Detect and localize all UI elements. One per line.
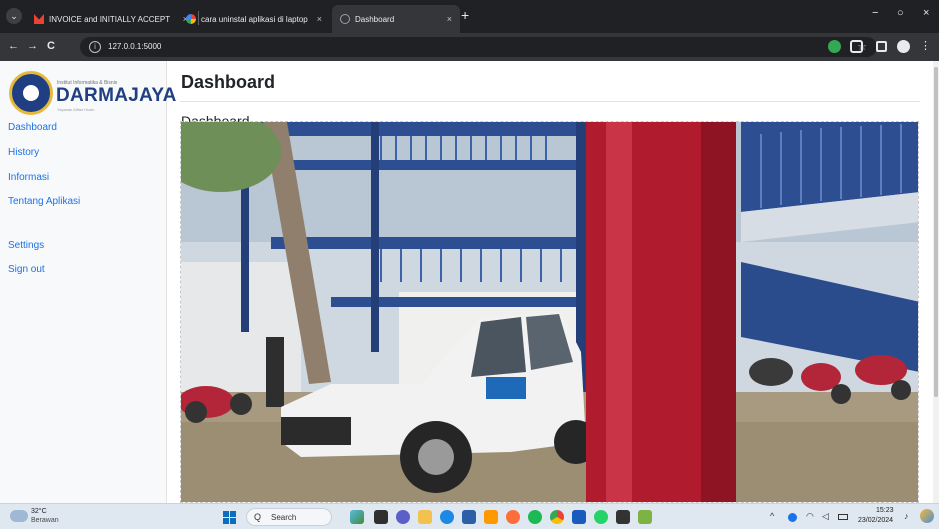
tab-title: Dashboard	[355, 14, 395, 24]
volume-icon[interactable]: ◁	[822, 511, 829, 522]
sidebar-item-dashboard[interactable]: Dashboard	[8, 122, 57, 133]
windows-taskbar: 32°C Berawan Q Search ^ ◠ ◁ 15:23 23/02/…	[0, 503, 939, 529]
tray-app-icon[interactable]	[788, 513, 797, 522]
gmail-icon	[34, 14, 44, 24]
sidebar-item-history[interactable]: History	[8, 147, 39, 158]
whatsapp-app-icon[interactable]	[594, 510, 608, 524]
title-divider	[180, 101, 920, 102]
main-content: Dashboard Dashboard	[167, 61, 939, 503]
amazon-app-icon[interactable]	[484, 510, 498, 524]
sidebar: Institut Informatika & Bisnis DARMAJAYA …	[0, 61, 176, 503]
logo-tagline: Yayasan Alfian Husin	[57, 107, 95, 112]
logo-name: DARMAJAYA	[56, 85, 177, 106]
sidebar-item-informasi[interactable]: Informasi	[8, 172, 49, 183]
weather-cloud-icon[interactable]	[10, 510, 28, 522]
page-viewport: Institut Informatika & Bisnis DARMAJAYA …	[0, 61, 939, 503]
sidebar-item-settings[interactable]: Settings	[8, 240, 44, 251]
tab-invoice[interactable]: INVOICE and INITIALLY ACCEPT ×	[26, 5, 196, 33]
extension-icon[interactable]	[828, 40, 841, 53]
address-bar[interactable]: i 127.0.0.1:5000 ☆	[80, 37, 877, 57]
reload-button[interactable]: C	[47, 40, 55, 52]
site-info-icon[interactable]: i	[89, 41, 101, 53]
page-scrollbar[interactable]	[933, 61, 939, 503]
task-view-icon[interactable]	[374, 510, 388, 524]
profile-avatar-icon[interactable]	[897, 40, 910, 53]
browser-toolbar: ← → C i 127.0.0.1:5000 ☆ ⋮	[0, 33, 939, 61]
search-label: Search	[271, 513, 297, 522]
file-explorer-icon[interactable]	[418, 510, 432, 524]
browser-menu-icon[interactable]: ⋮	[920, 40, 933, 53]
notepad-app-icon[interactable]	[638, 510, 652, 524]
sidebar-item-sign-out[interactable]: Sign out	[8, 264, 45, 275]
taskbar-search-box[interactable]: Q Search	[246, 508, 332, 526]
tray-overflow-chevron-icon[interactable]: ^	[770, 511, 774, 521]
edge-browser-icon[interactable]	[440, 510, 454, 524]
page-icon	[340, 14, 350, 24]
sidebar-item-tentang-aplikasi[interactable]: Tentang Aplikasi	[8, 196, 80, 207]
chat-app-icon[interactable]	[396, 510, 410, 524]
page-title: Dashboard	[181, 72, 276, 92]
store-app-icon[interactable]	[462, 510, 476, 524]
search-icon: Q	[254, 512, 262, 522]
tab-google-search[interactable]: cara uninstal aplikasi di laptop ×	[178, 5, 330, 33]
restore-button[interactable]: ○	[897, 7, 904, 19]
wifi-icon[interactable]: ◠	[806, 511, 814, 522]
windows-start-icon[interactable]	[223, 511, 236, 524]
weather-temperature[interactable]: 32°C	[31, 508, 47, 515]
chrome-browser-icon[interactable]	[550, 510, 564, 524]
camera-feed-scene	[181, 122, 918, 502]
tab-close-icon[interactable]: ×	[447, 14, 452, 24]
notification-bell-icon[interactable]: ♪	[904, 511, 909, 521]
camera-feed	[180, 121, 919, 503]
new-tab-button[interactable]: +	[461, 8, 469, 22]
firefox-browser-icon[interactable]	[506, 510, 520, 524]
weather-condition[interactable]: Berawan	[31, 517, 59, 524]
word-app-icon[interactable]	[572, 510, 586, 524]
terminal-app-icon[interactable]	[616, 510, 630, 524]
logo-emblem-center	[21, 83, 41, 103]
darmajaya-logo[interactable]: Institut Informatika & Bisnis DARMAJAYA …	[9, 71, 176, 115]
address-url[interactable]: 127.0.0.1:5000	[108, 42, 161, 51]
forward-button[interactable]: →	[27, 40, 38, 52]
clock-time[interactable]: 15:23	[876, 507, 894, 514]
battery-icon[interactable]	[838, 514, 848, 520]
tab-title: cara uninstal aplikasi di laptop	[201, 14, 308, 24]
google-icon	[186, 14, 196, 24]
close-window-button[interactable]: ×	[923, 7, 929, 19]
extensions-puzzle-icon[interactable]	[850, 40, 863, 53]
minimize-button[interactable]: −	[872, 7, 878, 19]
tab-search-menu-icon[interactable]: ⌄	[6, 8, 22, 24]
side-panel-icon[interactable]	[876, 41, 887, 52]
logo-emblem-icon	[9, 71, 53, 115]
tab-title: INVOICE and INITIALLY ACCEPT	[49, 14, 171, 24]
copilot-icon[interactable]	[920, 509, 934, 523]
scrollbar-thumb[interactable]	[934, 67, 938, 397]
widgets-app-icon[interactable]	[350, 510, 364, 524]
spotify-app-icon[interactable]	[528, 510, 542, 524]
back-button[interactable]: ←	[8, 40, 19, 52]
tab-close-icon[interactable]: ×	[317, 14, 322, 24]
tab-dashboard[interactable]: Dashboard ×	[332, 5, 460, 33]
browser-tab-strip: ⌄ INVOICE and INITIALLY ACCEPT × cara un…	[0, 0, 939, 33]
clock-date[interactable]: 23/02/2024	[858, 517, 893, 524]
